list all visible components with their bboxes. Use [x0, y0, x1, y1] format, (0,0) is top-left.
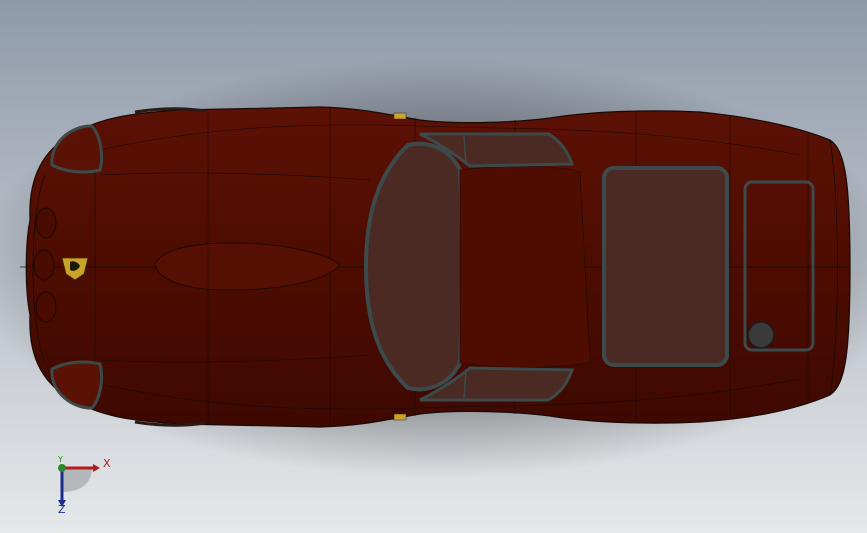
mirror-right-icon	[393, 413, 407, 421]
triad-graphic	[58, 464, 100, 507]
rear-window[interactable]	[602, 166, 729, 367]
x-axis-label: X	[103, 457, 111, 470]
y-axis-dot	[58, 464, 66, 472]
grille-opening-lower[interactable]	[35, 291, 57, 323]
graphics-viewport[interactable]: X Y Z	[0, 0, 867, 533]
grille-opening-middle[interactable]	[33, 249, 55, 281]
y-axis-label: Y	[58, 455, 63, 464]
fuel-cap[interactable]	[747, 321, 775, 349]
model-view[interactable]	[0, 0, 867, 533]
roof-panel	[459, 166, 591, 368]
windshield[interactable]	[363, 141, 464, 392]
x-axis-arrowhead	[93, 464, 100, 472]
grille-opening-upper[interactable]	[35, 207, 57, 239]
z-axis-label: Z	[58, 503, 66, 516]
mirror-left-icon	[393, 112, 407, 120]
reference-triad: X Y Z	[44, 452, 124, 522]
